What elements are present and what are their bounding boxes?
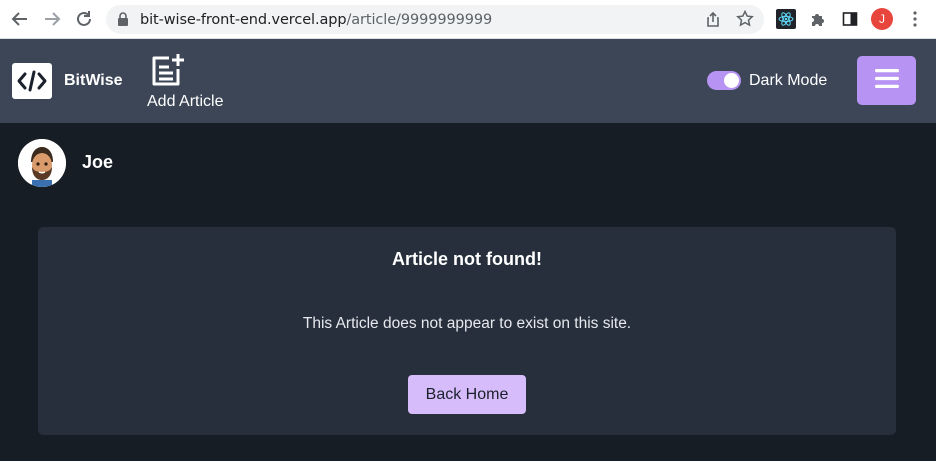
url-text: bit-wise-front-end.vercel.app/article/99…	[140, 12, 493, 28]
back-arrow-icon[interactable]	[9, 8, 31, 30]
code-logo-icon[interactable]	[12, 63, 52, 99]
lock-icon	[117, 12, 129, 32]
side-panel-icon[interactable]	[840, 9, 860, 29]
star-icon[interactable]	[736, 9, 754, 33]
brand-name[interactable]: BitWise	[64, 72, 123, 90]
reload-icon[interactable]	[73, 8, 95, 30]
user-avatar[interactable]	[18, 139, 66, 187]
share-icon[interactable]	[705, 11, 721, 33]
dark-mode-toggle[interactable]	[707, 71, 741, 90]
app-header: BitWise Add Article Dark Mode	[0, 39, 936, 123]
back-home-button[interactable]: Back Home	[408, 375, 526, 414]
card-title: Article not found!	[392, 249, 542, 269]
add-article-label: Add Article	[147, 93, 224, 110]
card-message: This Article does not appear to exist on…	[302, 315, 632, 332]
dark-mode-label: Dark Mode	[749, 72, 828, 89]
add-document-icon	[150, 53, 186, 92]
browser-toolbar: bit-wise-front-end.vercel.app/article/99…	[0, 0, 936, 39]
react-devtools-icon[interactable]	[776, 9, 796, 29]
not-found-card: Article not found! This Article does not…	[38, 227, 896, 435]
profile-avatar[interactable]: J	[871, 8, 893, 30]
more-options-icon[interactable]	[905, 9, 925, 29]
extensions-puzzle-icon[interactable]	[808, 9, 828, 29]
hamburger-menu-button[interactable]	[857, 56, 916, 105]
forward-arrow-icon[interactable]	[41, 8, 63, 30]
add-article-link[interactable]: Add Article	[140, 53, 236, 113]
address-bar[interactable]: bit-wise-front-end.vercel.app/article/99…	[106, 5, 764, 34]
memoji-icon	[18, 139, 66, 187]
toggle-knob	[724, 73, 739, 88]
hamburger-icon	[874, 68, 899, 93]
username[interactable]: Joe	[82, 152, 113, 173]
